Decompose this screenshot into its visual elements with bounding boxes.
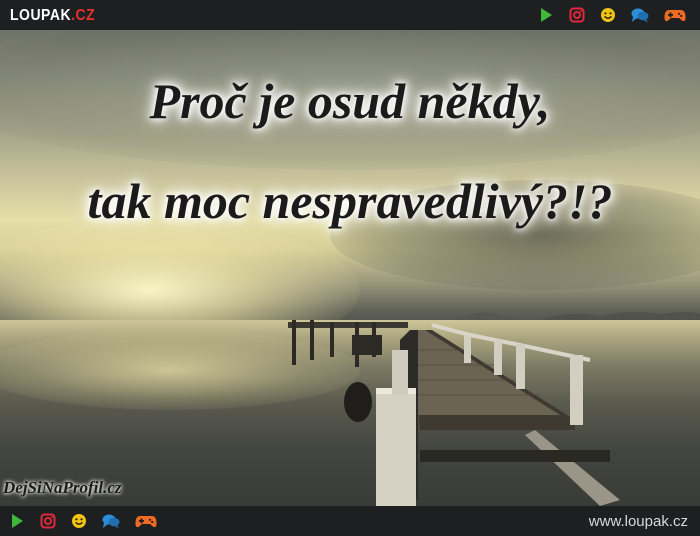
main-image: Proč je osud někdy, tak moc nespravedliv… [0,30,700,506]
logo-text: LOUPAK [10,4,72,24]
chat-bubbles-icon[interactable] [102,513,120,529]
gamepad-icon[interactable] [664,7,686,23]
headline-line-1: Proč je osud někdy, [149,73,551,129]
headline-line-2: tak moc nespravedlivý?!? [87,173,613,229]
top-bar: LOUPAK.CZ [0,0,700,30]
chat-bubbles-icon[interactable] [631,7,649,23]
instagram-icon[interactable] [569,7,585,23]
bottom-bar: www.loupak.cz [0,506,700,536]
site-url-link[interactable]: www.loupak.cz [589,513,688,530]
bottom-icon-group [9,513,172,529]
play-icon[interactable] [538,7,554,23]
site-logo[interactable]: LOUPAK.CZ [10,5,95,23]
instagram-icon[interactable] [40,513,56,529]
play-icon[interactable] [9,513,25,529]
smiley-icon[interactable] [71,513,87,529]
gamepad-icon[interactable] [135,513,157,529]
image-watermark: DejSiNaProfil.cz [3,478,122,497]
top-icon-group [538,7,700,23]
logo-tld: .CZ [71,4,96,24]
smiley-icon[interactable] [600,7,616,23]
